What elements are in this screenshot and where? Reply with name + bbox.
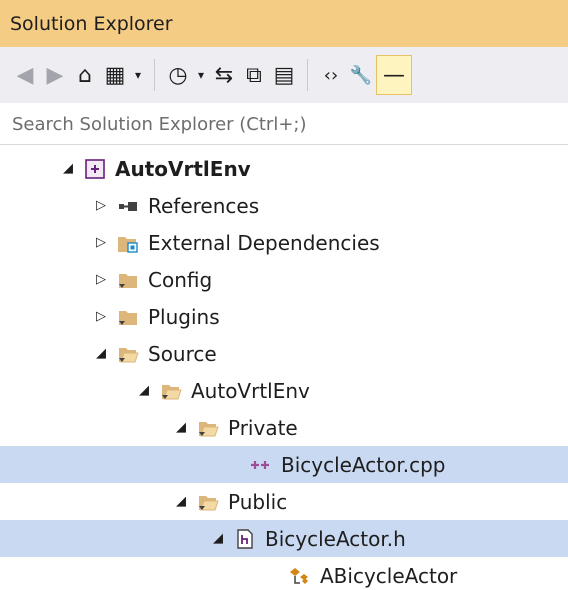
tree-node-autovrtlenv-folder[interactable]: ◢ AutoVrtlEnv — [0, 372, 568, 409]
tree-node-label: Public — [228, 489, 288, 514]
toolbar-separator — [307, 59, 308, 91]
tree-node-label: Config — [148, 267, 213, 292]
dropdown-arrow-icon[interactable]: ▾ — [130, 55, 146, 95]
search-placeholder: Search Solution Explorer (Ctrl+;) — [12, 114, 307, 135]
tree-node-label: External Dependencies — [148, 230, 380, 255]
preview-code-icon[interactable]: ‹› — [316, 55, 346, 95]
tree-node-label: BicycleActor.h — [265, 526, 406, 551]
window-title-bar[interactable]: Solution Explorer — [0, 0, 568, 47]
tree-node-label: ABicycleActor — [320, 563, 458, 588]
window-title: Solution Explorer — [10, 12, 173, 35]
expand-arrow-icon[interactable]: ▷ — [90, 198, 112, 213]
collapse-arrow-icon[interactable]: ◢ — [170, 420, 192, 435]
toolbar: ◀ ▶ ⌂ ▦ ▾ ◷ ▾ ⇆ ⧉ ▤ ‹› 🔧 — — [0, 47, 568, 103]
show-all-files-icon[interactable]: ▤ — [269, 55, 299, 95]
external-dependencies-icon — [112, 230, 144, 256]
class-icon — [284, 563, 316, 589]
expand-arrow-icon[interactable]: ▷ — [90, 235, 112, 250]
expand-arrow-icon[interactable]: ▷ — [90, 309, 112, 324]
tree-node-plugins[interactable]: ▷ Plugins — [0, 298, 568, 335]
tree-node-label: AutoVrtlEnv — [191, 378, 310, 403]
collapse-arrow-icon[interactable]: ◢ — [90, 346, 112, 361]
open-folder-icon — [112, 341, 144, 367]
forward-icon[interactable]: ▶ — [40, 55, 70, 95]
back-icon[interactable]: ◀ — [10, 55, 40, 95]
tree-node-label: Private — [228, 415, 298, 440]
open-folder-icon — [192, 489, 224, 515]
expand-arrow-icon[interactable]: ▷ — [90, 272, 112, 287]
tree-node-bicycleactor-cpp[interactable]: BicycleActor.cpp — [0, 446, 568, 483]
folder-icon — [112, 304, 144, 330]
open-folder-icon — [155, 378, 187, 404]
tree-node-external-dependencies[interactable]: ▷ External Dependencies — [0, 224, 568, 261]
folder-icon — [112, 267, 144, 293]
sync-icon[interactable]: ⇆ — [209, 55, 239, 95]
pending-changes-filter-icon[interactable]: ◷ — [163, 55, 193, 95]
cpp-file-icon — [245, 452, 277, 478]
tree-node-abicycleactor[interactable]: ABicycleActor — [0, 557, 568, 590]
tree-node-label: References — [148, 193, 260, 218]
collapse-arrow-icon[interactable]: ◢ — [57, 161, 79, 176]
properties-icon[interactable]: 🔧 — [346, 55, 376, 95]
collapse-arrow-icon[interactable]: ◢ — [207, 531, 229, 546]
tree-node-private[interactable]: ◢ Private — [0, 409, 568, 446]
home-icon[interactable]: ⌂ — [70, 55, 100, 95]
tree-node-source[interactable]: ◢ Source — [0, 335, 568, 372]
tree-node-public[interactable]: ◢ Public — [0, 483, 568, 520]
tree-node-project[interactable]: ◢ AutoVrtlEnv — [0, 150, 568, 187]
tree-node-label: AutoVrtlEnv — [115, 156, 251, 181]
switch-views-icon[interactable]: ▦ — [100, 55, 130, 95]
references-icon — [112, 193, 144, 219]
collapse-arrow-icon[interactable]: ◢ — [170, 494, 192, 509]
project-icon — [79, 156, 111, 182]
tree-node-bicycleactor-h[interactable]: ◢ BicycleActor.h — [0, 520, 568, 557]
header-file-icon — [229, 526, 261, 552]
open-folder-icon — [192, 415, 224, 441]
toolbar-separator — [154, 59, 155, 91]
pin-icon[interactable]: — — [376, 55, 412, 95]
tree-node-references[interactable]: ▷ References — [0, 187, 568, 224]
tree-node-label: Plugins — [148, 304, 220, 329]
search-input[interactable]: Search Solution Explorer (Ctrl+;) — [0, 105, 568, 145]
collapse-all-icon[interactable]: ⧉ — [239, 55, 269, 95]
tree-node-label: BicycleActor.cpp — [281, 452, 446, 477]
tree-node-config[interactable]: ▷ Config — [0, 261, 568, 298]
dropdown-arrow-icon[interactable]: ▾ — [193, 55, 209, 95]
collapse-arrow-icon[interactable]: ◢ — [133, 383, 155, 398]
tree-node-label: Source — [148, 341, 217, 366]
